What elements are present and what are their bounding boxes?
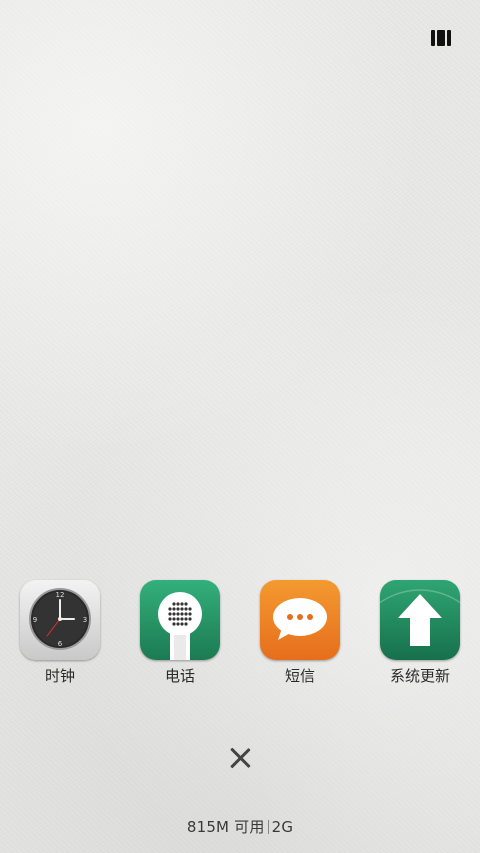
recent-apps-row: 12 3 6 9 时钟 电话 短信 系统更新 bbox=[0, 580, 480, 690]
update-icon bbox=[380, 580, 460, 660]
app-clock[interactable]: 12 3 6 9 时钟 bbox=[10, 580, 110, 685]
app-label: 时钟 bbox=[44, 667, 75, 685]
app-label: 电话 bbox=[164, 667, 195, 685]
grid-layout-icon[interactable] bbox=[431, 30, 451, 46]
app-messages[interactable]: 短信 bbox=[250, 580, 350, 685]
divider bbox=[267, 820, 269, 834]
memory-status: 815M 可用 2G bbox=[0, 816, 480, 837]
svg-text:9: 9 bbox=[33, 616, 37, 624]
phone-icon bbox=[140, 580, 220, 660]
network-type: 2G bbox=[271, 818, 294, 836]
app-system-update[interactable]: 系统更新 bbox=[370, 580, 470, 685]
app-label: 系统更新 bbox=[389, 667, 450, 685]
message-icon bbox=[260, 580, 340, 660]
memory-available: 815M 可用 bbox=[186, 818, 265, 836]
clock-icon: 12 3 6 9 bbox=[20, 580, 100, 660]
svg-text:6: 6 bbox=[58, 640, 63, 648]
app-phone[interactable]: 电话 bbox=[130, 580, 230, 685]
svg-text:12: 12 bbox=[56, 591, 65, 599]
app-label: 短信 bbox=[284, 667, 315, 685]
close-icon[interactable] bbox=[229, 747, 251, 769]
svg-text:3: 3 bbox=[83, 616, 87, 624]
